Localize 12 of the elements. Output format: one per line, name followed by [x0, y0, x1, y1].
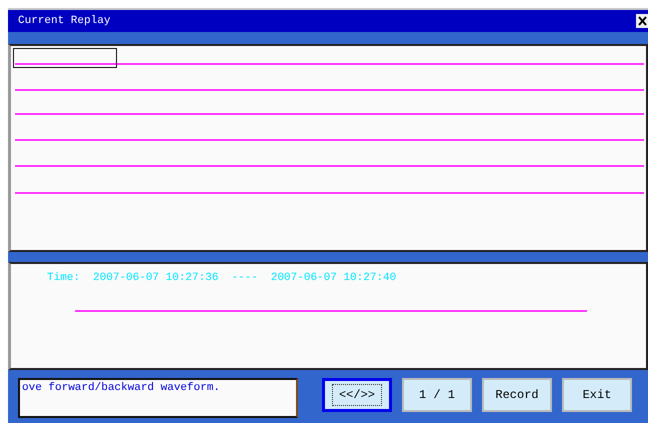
close-icon[interactable]	[636, 14, 648, 28]
time-separator: ----	[231, 271, 258, 286]
start-time: 2007-06-07 10:27:36	[93, 271, 218, 286]
end-time: 2007-06-07 10:27:40	[270, 271, 396, 286]
window-button[interactable]: 1 / 1	[402, 378, 472, 412]
window-button[interactable]: Record	[482, 378, 552, 412]
window-title: Current Replay	[18, 14, 110, 29]
window-button[interactable]: Exit	[562, 378, 632, 412]
window-button[interactable]: <</>>	[322, 378, 392, 412]
status-message: ove forward/backward waveform.	[18, 378, 298, 418]
selection-cursor[interactable]	[13, 48, 117, 68]
time-label: Time:	[47, 271, 80, 286]
